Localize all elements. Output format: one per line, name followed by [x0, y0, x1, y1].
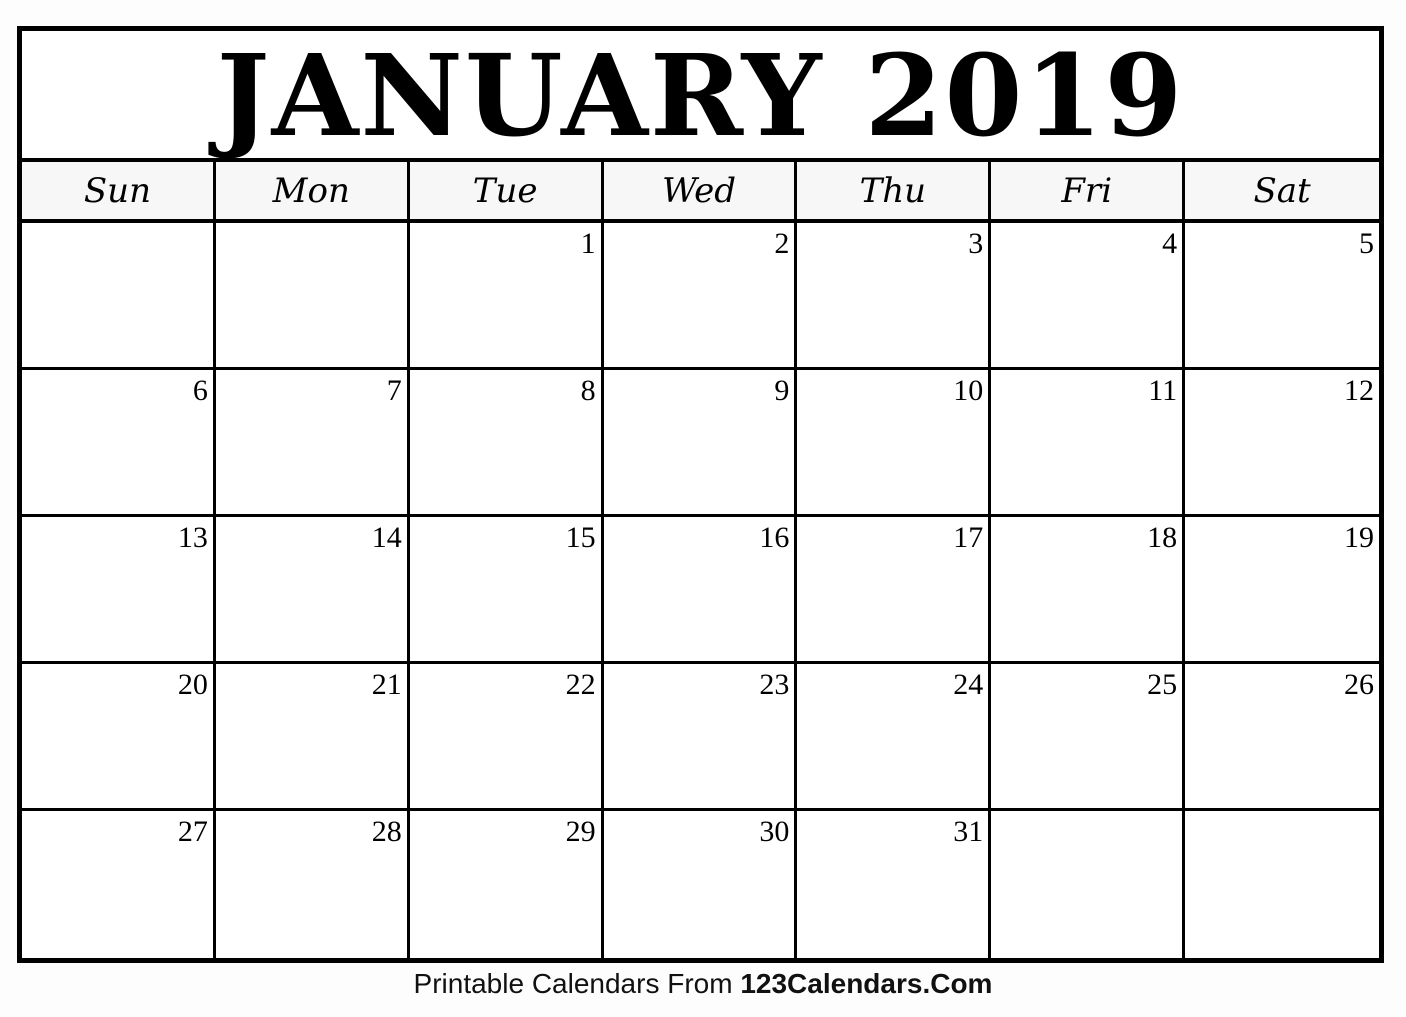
day-cell: 2 — [603, 223, 798, 370]
date-number: 21 — [371, 668, 402, 701]
day-cell: 13 — [22, 517, 216, 664]
date-number: 3 — [968, 227, 984, 260]
day-cell: 28 — [216, 811, 410, 958]
day-cell: 6 — [22, 370, 216, 517]
date-number: 26 — [1344, 668, 1374, 701]
date-number: 13 — [177, 521, 208, 554]
weekday-thu: Thu — [797, 162, 992, 219]
date-number: 29 — [565, 815, 596, 848]
date-grid: 1 2 3 4 5 6 7 8 9 10 11 12 13 14 15 16 17 18 19 20 21 22 23 24 2… — [22, 223, 1379, 958]
day-cell: 26 — [1185, 664, 1379, 811]
day-cell: 5 — [1185, 223, 1379, 370]
date-number: 11 — [1148, 374, 1178, 407]
date-number: 30 — [759, 815, 790, 848]
day-cell: 4 — [991, 223, 1186, 370]
date-number: 23 — [759, 668, 790, 701]
date-number: 19 — [1344, 521, 1374, 554]
date-number: 27 — [177, 815, 208, 848]
day-cell: 10 — [797, 370, 992, 517]
day-cell: 31 — [797, 811, 992, 958]
weekday-mon: Mon — [216, 162, 410, 219]
date-number: 1 — [580, 227, 596, 260]
day-cell: 24 — [797, 664, 992, 811]
day-cell: 3 — [797, 223, 992, 370]
empty-day-cell — [1185, 811, 1379, 958]
date-number: 15 — [565, 521, 596, 554]
day-cell: 11 — [991, 370, 1186, 517]
date-number: 24 — [953, 668, 984, 701]
day-cell: 15 — [409, 517, 604, 664]
date-number: 2 — [774, 227, 790, 260]
date-number: 12 — [1344, 374, 1374, 407]
day-cell: 23 — [603, 664, 798, 811]
date-number: 14 — [371, 521, 402, 554]
day-cell: 19 — [1185, 517, 1379, 664]
weekday-fri: Fri — [991, 162, 1186, 219]
day-cell: 1 — [409, 223, 604, 370]
day-cell: 27 — [22, 811, 216, 958]
footer-brand: 123Calendars.Com — [740, 968, 993, 999]
day-cell: 8 — [409, 370, 604, 517]
day-cell: 17 — [797, 517, 992, 664]
calendar-title: JANUARY 2019 — [216, 30, 1185, 162]
date-number: 5 — [1359, 227, 1374, 260]
day-cell: 14 — [215, 517, 410, 664]
date-number: 17 — [953, 521, 984, 554]
day-cell: 20 — [22, 664, 216, 811]
date-number: 8 — [580, 374, 596, 407]
day-cell: 29 — [410, 811, 604, 958]
day-cell: 22 — [409, 664, 604, 811]
weekday-header-row: Sun Mon Tue Wed Thu Fri Sat — [22, 162, 1379, 223]
footer: Printable Calendars From 123Calendars.Co… — [0, 968, 1406, 1000]
empty-day-cell — [215, 223, 410, 370]
date-number: 18 — [1147, 521, 1178, 554]
date-number: 6 — [192, 374, 208, 407]
date-number: 22 — [565, 668, 596, 701]
date-number: 28 — [371, 815, 402, 848]
empty-day-cell — [22, 223, 216, 370]
day-cell: 12 — [1185, 370, 1379, 517]
day-cell: 9 — [603, 370, 798, 517]
title-row: JANUARY 2019 — [22, 31, 1379, 162]
date-number: 20 — [177, 668, 208, 701]
calendar: JANUARY 2019 Sun Mon Tue Wed Thu Fri Sat 12345… — [17, 26, 1384, 963]
date-number: 16 — [759, 521, 790, 554]
day-cell: 16 — [603, 517, 798, 664]
date-number: 7 — [386, 374, 402, 407]
weekday-wed: Wed — [604, 162, 798, 219]
date-number: 25 — [1147, 668, 1178, 701]
day-cell: 21 — [215, 664, 410, 811]
date-number: 10 — [953, 374, 984, 407]
day-cell: 25 — [991, 664, 1186, 811]
day-cell: 30 — [604, 811, 798, 958]
day-cell: 7 — [215, 370, 410, 517]
weekday-tue: Tue — [410, 162, 604, 219]
date-number: 31 — [953, 815, 984, 848]
weekday-sat: Sat — [1253, 170, 1311, 211]
date-number: 9 — [774, 374, 790, 407]
footer-prefix: Printable Calendars From — [413, 968, 741, 999]
empty-day-cell — [991, 811, 1186, 958]
date-number: 4 — [1162, 227, 1178, 260]
day-cell: 18 — [991, 517, 1186, 664]
weekday-sun: Sun — [22, 162, 216, 219]
